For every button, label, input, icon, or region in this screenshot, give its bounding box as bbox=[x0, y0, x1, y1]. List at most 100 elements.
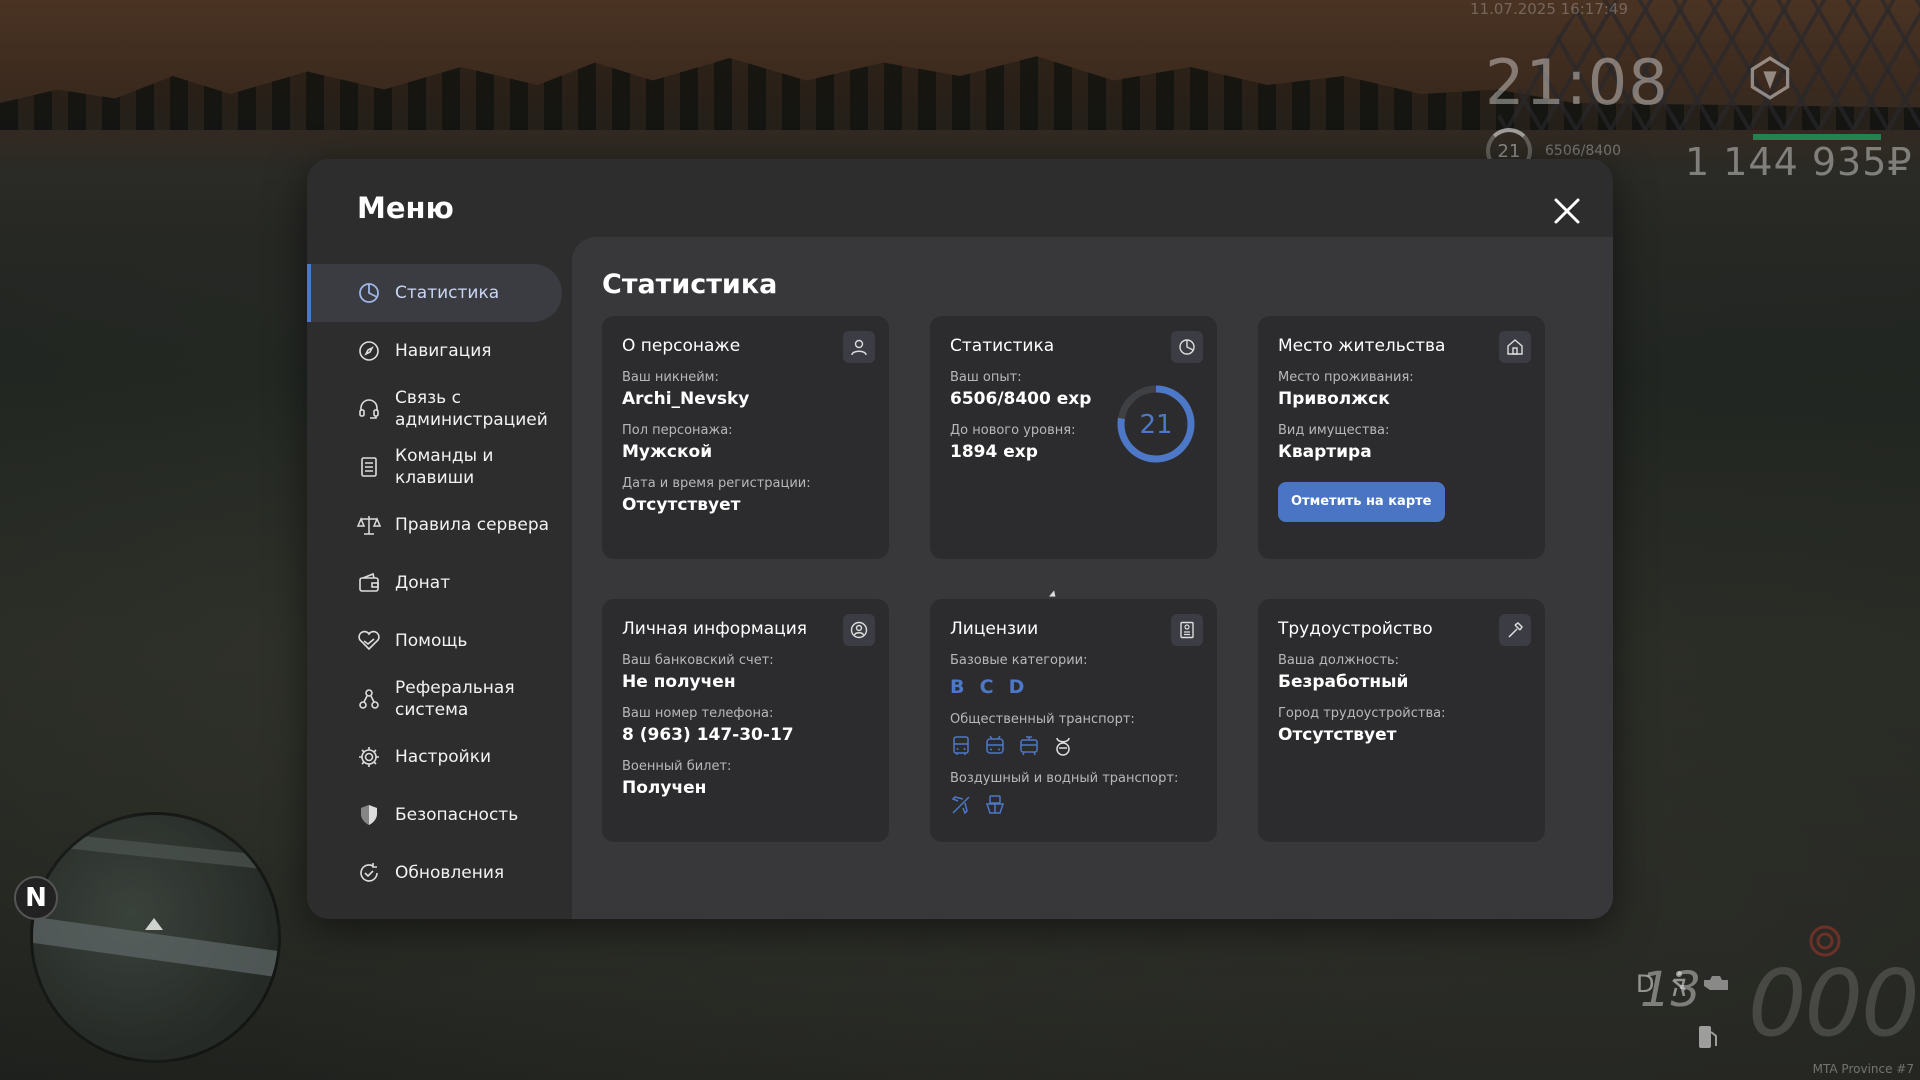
sidebar-item-navigation[interactable]: Навигация bbox=[307, 322, 562, 380]
wallet-icon bbox=[359, 572, 379, 592]
compass-icon bbox=[359, 341, 379, 361]
military-label: Военный билет: bbox=[622, 759, 732, 774]
sidebar-item-rules[interactable]: Правила сервера bbox=[307, 496, 562, 554]
menu-title: Меню bbox=[357, 191, 454, 225]
sidebar-item-label: Навигация bbox=[395, 341, 492, 361]
sidebar-item-label: Правила сервера bbox=[395, 515, 550, 535]
compass-north: N bbox=[14, 876, 58, 920]
card-title: Место жительства bbox=[1278, 336, 1446, 356]
card-residence: Место жительства Место проживания: Приво… bbox=[1258, 316, 1545, 559]
air-water-transport-icons bbox=[950, 794, 1197, 816]
tram-icon bbox=[1020, 736, 1038, 756]
gender-value: Мужской bbox=[622, 442, 713, 462]
phone-label: Ваш номер телефона: bbox=[622, 706, 774, 721]
sidebar-item-referral[interactable]: Реферальная система bbox=[307, 670, 562, 728]
position-label: Ваша должность: bbox=[1278, 653, 1400, 668]
license-category: D bbox=[1008, 676, 1025, 698]
level-value: 21 bbox=[1139, 410, 1172, 440]
server-logo-icon bbox=[1750, 56, 1790, 100]
nickname-label: Ваш никнейм: bbox=[622, 370, 719, 385]
hammer-icon bbox=[1499, 614, 1531, 646]
license-category: C bbox=[979, 676, 994, 698]
card-title: Статистика bbox=[950, 336, 1055, 356]
gear-icon bbox=[359, 747, 379, 767]
keyboard-list-icon bbox=[361, 457, 377, 477]
level-progress-ring: 21 bbox=[1117, 385, 1195, 463]
sidebar-item-statistics[interactable]: Статистика bbox=[307, 264, 562, 322]
hud-money: 1 144 935₽ bbox=[1685, 140, 1913, 184]
exp-label: Ваш опыт: bbox=[950, 370, 1022, 385]
sidebar-item-contact-admin[interactable]: Связь с администрацией bbox=[307, 380, 562, 438]
base-categories-label: Базовые категории: bbox=[950, 653, 1088, 668]
property-value: Квартира bbox=[1278, 442, 1372, 462]
sidebar-item-label: Статистика bbox=[395, 283, 500, 303]
registration-label: Дата и время регистрации: bbox=[622, 476, 811, 491]
place-label: Место проживания: bbox=[1278, 370, 1414, 385]
sidebar-item-label: Донат bbox=[395, 573, 451, 593]
sidebar-item-security[interactable]: Безопасность bbox=[307, 786, 562, 844]
sidebar-item-commands[interactable]: Команды и клавиши bbox=[307, 438, 562, 496]
server-watermark: MTA Province #7 bbox=[1812, 1062, 1914, 1076]
referral-icon bbox=[359, 689, 379, 709]
refresh-check-icon bbox=[360, 863, 378, 882]
card-character: О персонаже Ваш никнейм: Archi_Nevsky По… bbox=[602, 316, 889, 559]
mark-on-map-button[interactable]: Отметить на карте bbox=[1278, 482, 1445, 522]
user-circle-icon bbox=[843, 614, 875, 646]
bank-label: Ваш банковский счет: bbox=[622, 653, 774, 668]
license-category: B bbox=[950, 676, 965, 698]
card-title: Трудоустройство bbox=[1278, 619, 1433, 639]
job-city-label: Город трудоустройства: bbox=[1278, 706, 1446, 721]
card-title: Лицензии bbox=[950, 619, 1039, 639]
boat-icon bbox=[985, 795, 1005, 814]
sidebar-item-label: Связь с администрацией bbox=[395, 388, 548, 430]
fuel-icon bbox=[1699, 1026, 1717, 1048]
speedometer-zeros: 000 bbox=[1748, 950, 1920, 1057]
sidebar-item-label: Помощь bbox=[395, 631, 468, 651]
card-title: О персонаже bbox=[622, 336, 741, 356]
engine-icon bbox=[1704, 976, 1728, 990]
nickname-value: Archi_Nevsky bbox=[622, 389, 750, 409]
base-categories: B C D bbox=[950, 676, 1197, 698]
sidebar-item-label: Команды и клавиши bbox=[395, 446, 494, 488]
bus-icon bbox=[953, 736, 969, 755]
sidebar-item-label: Настройки bbox=[395, 747, 492, 767]
card-title: Личная информация bbox=[622, 619, 808, 639]
card-employment: Трудоустройство Ваша должность: Безработ… bbox=[1258, 599, 1545, 842]
handshake-heart-icon bbox=[358, 630, 380, 651]
bank-value: Не получен bbox=[622, 672, 736, 692]
taxi-icon bbox=[1056, 737, 1070, 756]
place-value: Приволжск bbox=[1278, 389, 1390, 409]
gender-label: Пол персонажа: bbox=[622, 423, 733, 438]
headset-icon bbox=[359, 399, 379, 419]
minimap bbox=[30, 812, 281, 1063]
user-icon bbox=[843, 331, 875, 363]
sidebar-item-donate[interactable]: Донат bbox=[307, 554, 562, 612]
content-panel: Статистика О персонаже Ваш никнейм: Arch… bbox=[572, 237, 1613, 919]
warning-icon bbox=[1809, 925, 1841, 957]
public-transport-icons bbox=[950, 735, 1197, 757]
minimap-player-arrow bbox=[145, 918, 163, 930]
sidebar-item-updates[interactable]: Обновления bbox=[307, 844, 562, 902]
speed-value: 13 bbox=[1640, 962, 1702, 1018]
hud-exp: 6506/8400 bbox=[1545, 143, 1621, 159]
job-city-value: Отсутствует bbox=[1278, 725, 1397, 745]
close-icon[interactable] bbox=[1547, 191, 1587, 231]
sidebar-item-label: Безопасность bbox=[395, 805, 519, 825]
hud-clock: 21:08 bbox=[1485, 46, 1669, 119]
document-icon bbox=[1171, 614, 1203, 646]
menu-modal: Меню Статистика Навигация Связь с админи… bbox=[307, 159, 1613, 919]
house-icon bbox=[1499, 331, 1531, 363]
pie-chart-icon bbox=[1171, 331, 1203, 363]
scales-icon bbox=[357, 516, 381, 535]
position-value: Безработный bbox=[1278, 672, 1409, 692]
trolleybus-icon bbox=[986, 735, 1004, 754]
phone-value: 8 (963) 147-30-17 bbox=[622, 725, 794, 745]
sidebar-item-label: Реферальная система bbox=[395, 678, 515, 720]
sidebar-item-settings[interactable]: Настройки bbox=[307, 728, 562, 786]
hud-date: 11.07.2025 16:17:49 bbox=[1470, 0, 1629, 18]
shield-icon bbox=[361, 805, 377, 825]
military-value: Получен bbox=[622, 778, 707, 798]
plane-icon bbox=[951, 796, 970, 815]
sidebar-item-help[interactable]: Помощь bbox=[307, 612, 562, 670]
property-label: Вид имущества: bbox=[1278, 423, 1390, 438]
